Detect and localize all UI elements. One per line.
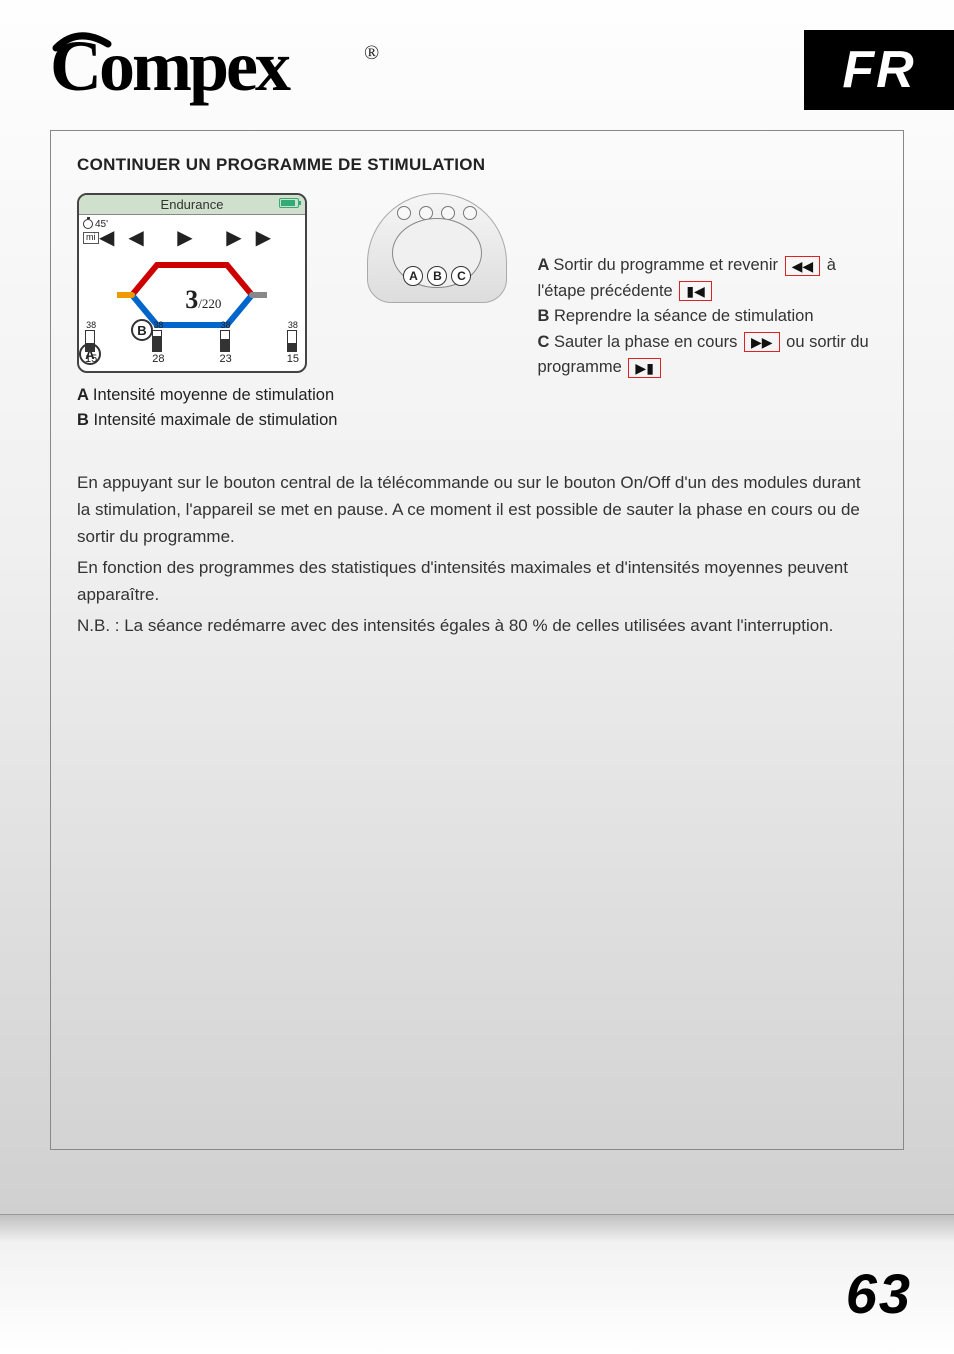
paragraph-2: En fonction des programmes des statistiq…	[77, 554, 877, 608]
remote-badge-a: A	[403, 266, 423, 286]
playback-controls-icon: ◀◀ ▶ ▶▶	[79, 225, 305, 250]
channel-1: 38 15	[85, 320, 97, 365]
avg-value: 15	[85, 353, 97, 365]
remote-badge-c: C	[451, 266, 471, 286]
remote-legend: A Sortir du programme et revenir ◀◀ à l'…	[537, 193, 877, 381]
page-footer: 63	[0, 1214, 954, 1354]
compex-wordmark-icon: Compex	[50, 30, 360, 110]
max-value: 38	[85, 320, 97, 330]
section-title: CONTINUER UN PROGRAMME DE STIMULATION	[77, 155, 877, 175]
device-screen: Endurance 45' mi ◀◀ ▶ ▶▶ 3/220 A	[77, 193, 307, 373]
content-frame: CONTINUER UN PROGRAMME DE STIMULATION En…	[50, 130, 904, 1150]
paragraph-1: En appuyant sur le bouton central de la …	[77, 469, 877, 551]
legend-line-a: A Sortir du programme et revenir ◀◀ à l'…	[537, 253, 877, 304]
avg-value: 28	[152, 353, 164, 365]
skip-prev-icon: ▮◀	[679, 281, 711, 301]
max-value: 38	[152, 320, 164, 330]
led-icon	[463, 206, 477, 220]
legend-line-c: C Sauter la phase en cours ▶▶ ou sortir …	[537, 330, 877, 381]
channel-2: 38 28	[152, 320, 164, 365]
intensity-bars: 38 15 38 28 38 23 38	[85, 320, 299, 365]
led-icon	[397, 206, 411, 220]
language-code: FR	[842, 40, 915, 100]
rewind-icon: ◀◀	[785, 256, 821, 276]
rep-total: /220	[198, 296, 221, 311]
channel-4: 38 15	[287, 320, 299, 365]
language-tab: FR	[804, 30, 954, 110]
trademark-symbol: ®	[364, 42, 379, 65]
page-header: Compex ® FR	[0, 0, 954, 110]
page-number: 63	[846, 1261, 912, 1326]
channel-3: 38 23	[220, 320, 232, 365]
program-name: Endurance	[161, 197, 224, 212]
skip-next-icon: ▶▮	[628, 358, 660, 378]
device-screen-figure: Endurance 45' mi ◀◀ ▶ ▶▶ 3/220 A	[77, 193, 337, 433]
svg-text:Compex: Compex	[50, 30, 291, 106]
remote-button-badges: A B C	[403, 266, 471, 286]
fast-forward-icon: ▶▶	[744, 332, 780, 352]
avg-value: 23	[220, 353, 232, 365]
paragraph-3: N.B. : La séance redémarre avec des inte…	[77, 612, 877, 639]
remote-badge-b: B	[427, 266, 447, 286]
figure-row: Endurance 45' mi ◀◀ ▶ ▶▶ 3/220 A	[77, 193, 877, 433]
rep-counter: 3/220	[185, 285, 221, 315]
rep-current: 3	[185, 285, 198, 314]
screen-legend: A Intensité moyenne de stimulation B Int…	[77, 383, 337, 433]
battery-icon	[279, 198, 299, 208]
max-value: 38	[220, 320, 232, 330]
screen-title-bar: Endurance	[79, 195, 305, 215]
avg-value: 15	[287, 353, 299, 365]
body-text: En appuyant sur le bouton central de la …	[77, 469, 877, 640]
brand-logo: Compex ®	[50, 30, 379, 110]
remote-figure: A B C	[367, 193, 507, 303]
legend-a-text: Intensité moyenne de stimulation	[93, 386, 334, 404]
legend-b-text: Intensité maximale de stimulation	[94, 411, 338, 429]
max-value: 38	[287, 320, 299, 330]
legend-line-b: B Reprendre la séance de stimulation	[537, 304, 877, 330]
